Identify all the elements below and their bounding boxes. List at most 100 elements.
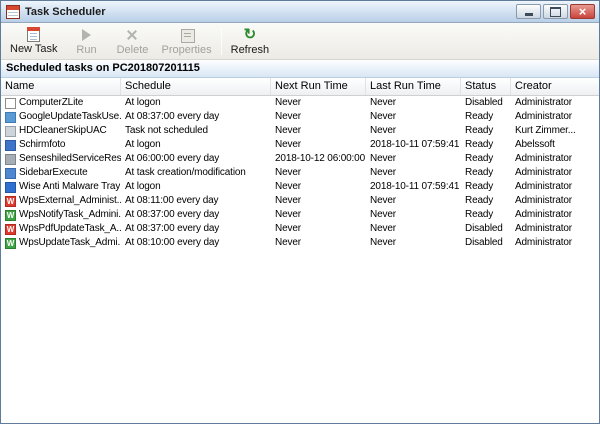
maximize-icon — [544, 5, 567, 18]
task-name-cell: WWpsUpdateTask_Admi... — [1, 236, 121, 250]
table-row[interactable]: GoogleUpdateTaskUse...At 08:37:00 every … — [1, 110, 599, 124]
minimize-icon — [517, 5, 540, 18]
task-next: Never — [271, 110, 366, 124]
task-status: Disabled — [461, 96, 511, 110]
table-row[interactable]: SenseshiledServiceRes...At 06:00:00 ever… — [1, 152, 599, 166]
task-creator: Administrator — [511, 194, 599, 208]
task-creator: Administrator — [511, 208, 599, 222]
task-creator: Administrator — [511, 96, 599, 110]
window-title: Task Scheduler — [25, 6, 516, 18]
task-name-cell: Schirmfoto — [1, 138, 121, 152]
toolbar-button-label: Refresh — [231, 44, 270, 56]
task-creator: Abelssoft — [511, 138, 599, 152]
column-header-row: NameScheduleNext Run TimeLast Run TimeSt… — [1, 78, 599, 96]
table-row[interactable]: WWpsPdfUpdateTask_A...At 08:37:00 every … — [1, 222, 599, 236]
column-header-next[interactable]: Next Run Time — [271, 78, 366, 95]
task-icon: W — [5, 210, 16, 221]
task-name: WpsNotifyTask_Admini... — [19, 208, 121, 222]
task-name-cell: ComputerZLite — [1, 96, 121, 110]
task-creator: Administrator — [511, 110, 599, 124]
table-row[interactable]: SchirmfotoAt logonNever2018-10-11 07:59:… — [1, 138, 599, 152]
run-button: Run — [63, 24, 109, 58]
task-name: WpsPdfUpdateTask_A... — [19, 222, 121, 236]
task-creator: Administrator — [511, 222, 599, 236]
task-icon: W — [5, 238, 16, 249]
task-name: WpsUpdateTask_Admi... — [19, 236, 121, 250]
task-icon: W — [5, 224, 16, 235]
task-name: ComputerZLite — [19, 96, 83, 110]
task-schedule: At task creation/modification — [121, 166, 271, 180]
task-schedule: At 08:37:00 every day — [121, 208, 271, 222]
table-row[interactable]: WWpsUpdateTask_Admi...At 08:10:00 every … — [1, 236, 599, 250]
task-icon — [5, 154, 16, 165]
column-header-creator[interactable]: Creator — [511, 78, 599, 95]
run-icon — [78, 27, 94, 43]
task-name: Wise Anti Malware Tray — [19, 180, 120, 194]
close-button[interactable] — [570, 4, 595, 19]
task-status: Ready — [461, 152, 511, 166]
task-name-cell: WWpsExternal_Administ... — [1, 194, 121, 208]
task-name-cell: WWpsPdfUpdateTask_A... — [1, 222, 121, 236]
task-name: SidebarExecute — [19, 166, 88, 180]
properties-button: Properties — [155, 24, 217, 58]
task-last: Never — [366, 236, 461, 250]
task-status: Ready — [461, 166, 511, 180]
table-row[interactable]: ComputerZLiteAt logonNeverNeverDisabledA… — [1, 96, 599, 110]
table-row[interactable]: SidebarExecute At task creation/modificat… — [1, 166, 599, 180]
toolbar-separator — [221, 27, 222, 55]
task-last: Never — [366, 152, 461, 166]
task-schedule: At logon — [121, 138, 271, 152]
task-name-cell: SidebarExecute — [1, 166, 121, 180]
column-header-status[interactable]: Status — [461, 78, 511, 95]
refresh-button[interactable]: Refresh — [225, 24, 276, 58]
task-next: Never — [271, 180, 366, 194]
task-icon — [5, 182, 16, 193]
task-icon — [5, 126, 16, 137]
task-name-cell: Wise Anti Malware Tray — [1, 180, 121, 194]
task-schedule: At 08:10:00 every day — [121, 236, 271, 250]
task-name-cell: SenseshiledServiceRes... — [1, 152, 121, 166]
close-icon — [571, 5, 594, 18]
table-row[interactable]: WWpsExternal_Administ...At 08:11:00 ever… — [1, 194, 599, 208]
task-schedule: At logon — [121, 180, 271, 194]
task-status: Ready — [461, 138, 511, 152]
task-creator: Administrator — [511, 166, 599, 180]
task-name: GoogleUpdateTaskUse... — [19, 110, 121, 124]
task-creator: Administrator — [511, 152, 599, 166]
task-last: 2018-10-11 07:59:41 — [366, 180, 461, 194]
window-controls — [516, 4, 595, 19]
delete-button: Delete — [109, 24, 155, 58]
task-icon — [5, 168, 16, 179]
task-schedule: At logon — [121, 96, 271, 110]
task-name: SenseshiledServiceRes... — [19, 152, 121, 166]
task-status: Ready — [461, 110, 511, 124]
table-row[interactable]: HDCleanerSkipUACTask not scheduledNeverN… — [1, 124, 599, 138]
new-task-button[interactable]: New Task — [4, 24, 63, 58]
task-next: Never — [271, 236, 366, 250]
task-list-body[interactable]: ComputerZLiteAt logonNeverNeverDisabledA… — [1, 96, 599, 423]
new-task-icon — [27, 27, 40, 42]
task-status: Ready — [461, 194, 511, 208]
task-next: 2018-10-12 06:00:00 — [271, 152, 366, 166]
task-name-cell: GoogleUpdateTaskUse... — [1, 110, 121, 124]
title-bar[interactable]: Task Scheduler — [1, 1, 599, 23]
table-row[interactable]: WWpsNotifyTask_Admini...At 08:37:00 ever… — [1, 208, 599, 222]
task-next: Never — [271, 124, 366, 138]
task-last: Never — [366, 96, 461, 110]
task-next: Never — [271, 166, 366, 180]
maximize-button[interactable] — [543, 4, 568, 19]
column-header-last[interactable]: Last Run Time — [366, 78, 461, 95]
info-bar: Scheduled tasks on PC201807201115 — [1, 60, 599, 78]
table-row[interactable]: Wise Anti Malware TrayAt logonNever2018-… — [1, 180, 599, 194]
task-status: Ready — [461, 180, 511, 194]
column-header-schedule[interactable]: Schedule — [121, 78, 271, 95]
minimize-button[interactable] — [516, 4, 541, 19]
task-icon — [5, 140, 16, 151]
task-last: Never — [366, 208, 461, 222]
task-list: NameScheduleNext Run TimeLast Run TimeSt… — [1, 78, 599, 423]
task-last: Never — [366, 124, 461, 138]
info-bar-text: Scheduled tasks on PC201807201115 — [6, 62, 200, 74]
column-header-name[interactable]: Name — [1, 78, 121, 95]
task-creator: Kurt Zimmer... — [511, 124, 599, 138]
task-name: HDCleanerSkipUAC — [19, 124, 107, 138]
